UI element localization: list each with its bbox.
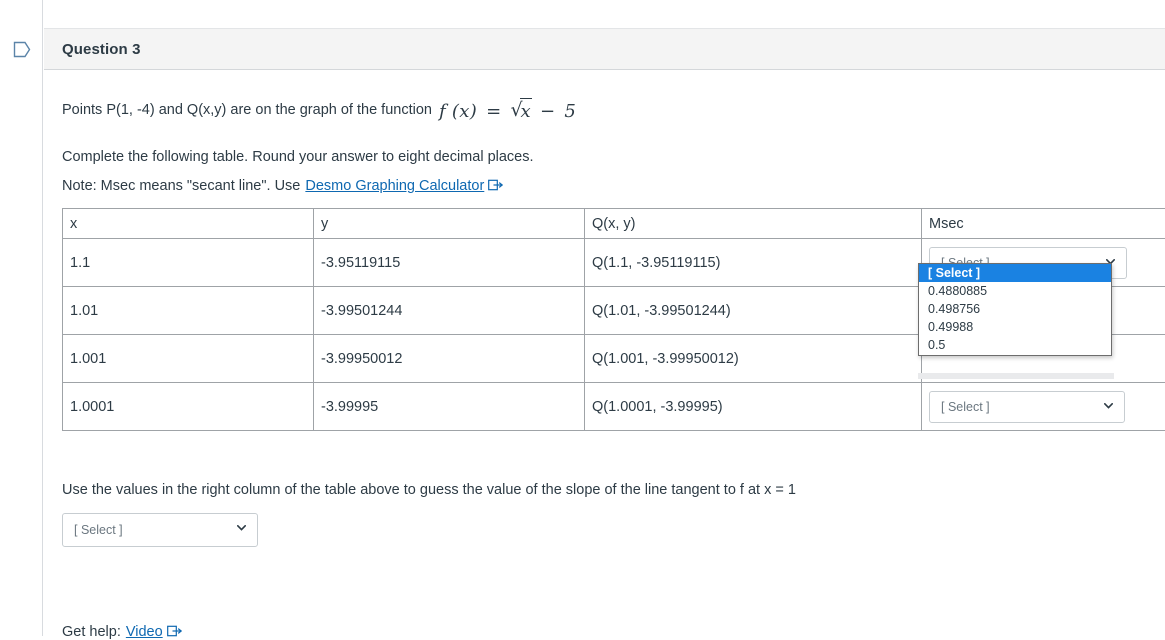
bookmark-flag-icon[interactable] (13, 40, 31, 59)
prompt-intro-text: Points P(1, -4) and Q(x,y) are on the gr… (62, 100, 432, 121)
help-video-link[interactable]: Video (126, 624, 163, 640)
prompt-complete-text: Complete the following table. Round your… (62, 147, 1165, 168)
chevron-down-icon (1104, 403, 1113, 409)
desmos-calculator-link[interactable]: Desmo Graphing Calculator (305, 176, 484, 197)
formula-sqrt: √ x (511, 98, 531, 125)
prompt-note-text: Note: Msec means "secant line". Use (62, 176, 300, 197)
cell-x: 1.1 (63, 239, 314, 287)
cell-y: -3.99501244 (314, 287, 585, 335)
question-body: Points P(1, -4) and Q(x,y) are on the gr… (44, 97, 1165, 640)
msec-select-value-row-4: [ Select ] (941, 400, 990, 414)
cell-q: Q(1.01, -3.99501244) (585, 287, 922, 335)
cell-msec: [ Select ] (922, 383, 1165, 431)
dropdown-option-0[interactable]: 0.4880885 (919, 282, 1111, 300)
table-header-row: x y Q(x, y) Msec (63, 209, 1165, 239)
cell-y: -3.99950012 (314, 335, 585, 383)
external-link-icon (167, 625, 182, 637)
column-header-q: Q(x, y) (585, 209, 922, 239)
cell-x: 1.0001 (63, 383, 314, 431)
cell-q: Q(1.1, -3.95119115) (585, 239, 922, 287)
function-formula: f (x) = √ x − 5 (439, 98, 576, 125)
formula-equals: = (483, 101, 504, 122)
tangent-slope-select-value: [ Select ] (74, 523, 123, 537)
left-gutter (0, 0, 43, 636)
dropdown-option-1[interactable]: 0.498756 (919, 300, 1111, 318)
get-help-line: Get help: Video (62, 624, 1165, 640)
msec-dropdown-options-row-1[interactable]: [ Select ] 0.4880885 0.498756 0.49988 0.… (918, 263, 1112, 356)
column-header-x: x (63, 209, 314, 239)
dropdown-option-3[interactable]: 0.5 (919, 336, 1111, 354)
dropdown-shadow (918, 373, 1114, 379)
chevron-down-icon (237, 525, 246, 531)
cell-y: -3.99995 (314, 383, 585, 431)
page-title: Question 3 (62, 41, 141, 58)
msec-select-row-4[interactable]: [ Select ] (929, 391, 1125, 423)
external-link-icon (488, 179, 503, 191)
tangent-prompt-text: Use the values in the right column of th… (62, 480, 1165, 501)
formula-constant: 5 (564, 101, 576, 122)
dropdown-option-2[interactable]: 0.49988 (919, 318, 1111, 336)
get-help-label: Get help: (62, 624, 121, 640)
prompt-note-line: Note: Msec means "secant line". Use Desm… (62, 176, 1165, 197)
prompt-intro-line: Points P(1, -4) and Q(x,y) are on the gr… (62, 97, 1165, 124)
cell-y: -3.95119115 (314, 239, 585, 287)
question-container: Question 3 Points P(1, -4) and Q(x,y) ar… (44, 28, 1165, 636)
column-header-msec: Msec (922, 209, 1165, 239)
question-header: Question 3 (44, 28, 1165, 70)
cell-q: Q(1.0001, -3.99995) (585, 383, 922, 431)
cell-x: 1.01 (63, 287, 314, 335)
table-row: 1.0001 -3.99995 Q(1.0001, -3.99995) [ Se… (63, 383, 1165, 431)
formula-minus: − (537, 101, 558, 122)
tangent-slope-select[interactable]: [ Select ] (62, 513, 258, 547)
radical-bar (520, 98, 532, 99)
cell-q: Q(1.001, -3.99950012) (585, 335, 922, 383)
formula-fx: f (x) (439, 101, 477, 122)
dropdown-option-select[interactable]: [ Select ] (919, 264, 1111, 282)
column-header-y: y (314, 209, 585, 239)
radical-icon: √ (511, 97, 523, 125)
cell-x: 1.001 (63, 335, 314, 383)
